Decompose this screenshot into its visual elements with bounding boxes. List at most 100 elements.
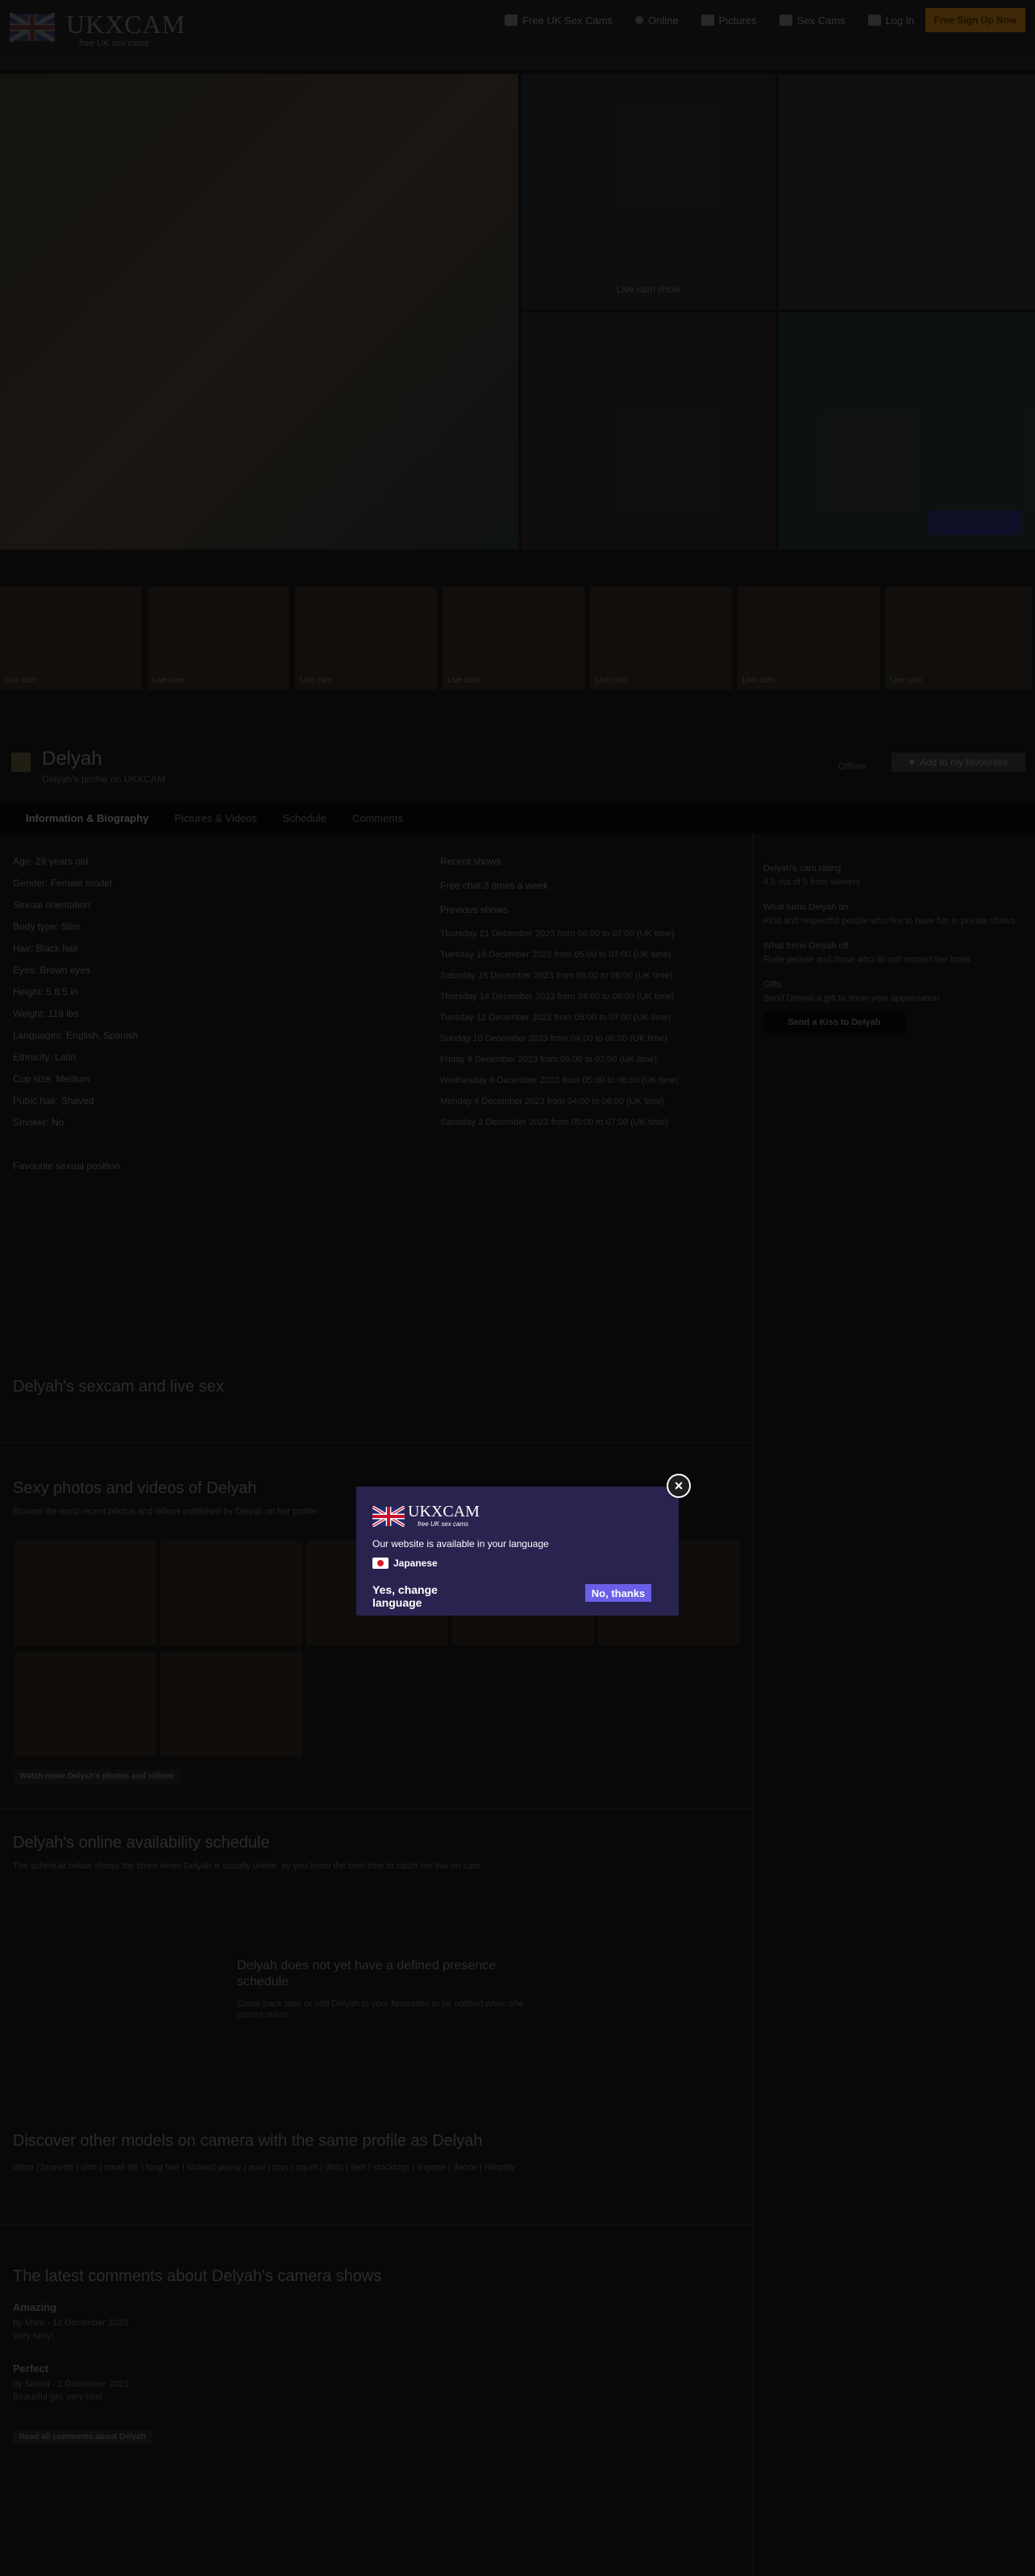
thumbnail[interactable]: Live cam — [885, 587, 1032, 690]
info-line: Ethnicity: Latin — [13, 1052, 77, 1063]
info-line — [13, 1139, 416, 1150]
model-subtitle: Delyah's profile on UKXCAM — [42, 774, 166, 785]
thumbnail-strip: Live cam Live cam Live cam Live cam Live… — [0, 587, 1035, 690]
more-photos-button[interactable]: Watch more Delyah's photos and videos — [13, 1769, 181, 1784]
schedule-intro: The schedule below shows the times when … — [13, 1861, 483, 1871]
review-title: Amazing — [13, 2301, 57, 2313]
show-entry: Wednesday 6 December 2023 from 05:00 to … — [440, 1076, 680, 1085]
sidebar-block: Gifts Send Delyah a gift to show your ap… — [763, 980, 1025, 1033]
show-entry: Thursday 21 December 2023 from 06:00 to … — [440, 929, 675, 939]
photo-thumb[interactable] — [15, 1652, 156, 1757]
hero-tile[interactable] — [779, 74, 1035, 309]
divider — [0, 1808, 753, 1809]
nav-label: Sex Cams — [796, 14, 846, 27]
nav-login[interactable]: Log in — [867, 11, 914, 29]
thumbnail[interactable]: Live cam — [0, 587, 142, 690]
photo-thumb[interactable] — [160, 1541, 302, 1645]
hero-tile[interactable] — [522, 313, 775, 550]
shows-subtitle: Previous shows — [440, 904, 509, 915]
info-line: Languages: English, Spanish — [13, 1030, 139, 1041]
thumbnail[interactable]: Live cam — [295, 587, 437, 690]
sidebar-title: Gifts — [763, 980, 782, 989]
sub-bar — [0, 56, 1035, 69]
discover-tags[interactable]: latina | brunette | slim | small tits | … — [13, 2161, 738, 2174]
show-entry: Sunday 10 December 2023 from 04:00 to 06… — [440, 1034, 667, 1043]
profile-tabs: Information & Biography Pictures & Video… — [0, 804, 1035, 833]
thumbnail[interactable]: Live cam — [738, 587, 879, 690]
read-comments-button[interactable]: Read all comments about Delyah — [13, 2430, 152, 2445]
hero-main-image[interactable] — [0, 74, 518, 550]
show-entry: Monday 4 December 2023 from 04:00 to 06:… — [440, 1097, 664, 1106]
show-entry: Saturday 16 December 2023 from 05:00 to … — [440, 971, 673, 981]
info-line: Age: 29 years old — [13, 856, 89, 867]
brand-name: UKXCAM — [66, 10, 186, 39]
chat-now-button[interactable] — [929, 511, 1022, 535]
tab-schedule[interactable]: Schedule — [270, 804, 339, 833]
sidebar-block: What turns Delyah on Kind and respectful… — [763, 902, 1025, 927]
sidebar-text: Send Delyah a gift to show your apprecia… — [763, 993, 940, 1003]
photo-thumb[interactable] — [15, 1541, 156, 1645]
send-kiss-button[interactable]: Send a Kiss to Delyah — [763, 1012, 905, 1033]
show-entry: Thursday 14 December 2023 from 04:00 to … — [440, 992, 675, 1002]
review-title: Perfect — [13, 2362, 49, 2375]
thumbnail-label: Live cam — [5, 676, 38, 685]
schedule-box: Delyah does not yet have a defined prese… — [237, 1958, 543, 2021]
modal-logo: UKXCAM free UK sex cams — [372, 1503, 480, 1530]
nav-label: Log in — [885, 14, 914, 27]
live-dot-icon — [635, 16, 644, 24]
discover-title: Discover other models on camera with the… — [13, 2132, 483, 2150]
nav-online[interactable]: Online — [635, 11, 679, 29]
tab-pictures[interactable]: Pictures & Videos — [161, 804, 269, 833]
top-bar: UKXCAM free UK sex cams Free UK Sex Cams… — [0, 0, 1035, 56]
picture-icon — [700, 15, 714, 26]
sidebar-text: 4.5 out of 5 from viewers — [763, 877, 861, 887]
favourite-label: Add to my favourites — [919, 757, 1008, 768]
schedule-box-title: Delyah does not yet have a defined prese… — [237, 1959, 497, 1989]
uk-flag-icon — [372, 1506, 405, 1527]
sidebar-block: Delyah's cam rating 4.5 out of 5 from vi… — [763, 864, 1025, 888]
nav-pictures[interactable]: Pictures — [700, 11, 757, 29]
profile-sidebar: Delyah's cam rating 4.5 out of 5 from vi… — [753, 833, 1035, 2576]
cams-icon — [779, 15, 792, 26]
thumbnail-label: Live cam — [300, 676, 333, 685]
divider — [0, 1442, 753, 1443]
close-icon[interactable]: × — [667, 1474, 691, 1498]
info-line: Smoker: No — [13, 1117, 64, 1128]
site-logo[interactable]: UKXCAM free UK sex cams — [10, 8, 185, 48]
divider — [0, 2224, 753, 2225]
thumbnail[interactable]: Live cam — [590, 587, 732, 690]
review-item: Amazing by Marc - 12 December 2023 Very … — [13, 2301, 658, 2341]
tab-information[interactable]: Information & Biography — [13, 804, 161, 833]
reviews-title: The latest comments about Delyah's camer… — [13, 2267, 382, 2285]
thumbnail[interactable]: Live cam — [148, 587, 289, 690]
hero-tile[interactable] — [779, 313, 1035, 550]
review-body: Very sexy! — [13, 2331, 54, 2341]
nav-sex-cams[interactable]: Sex Cams — [779, 11, 846, 29]
show-entry: Saturday 2 December 2023 from 05:00 to 0… — [440, 1118, 668, 1127]
photo-thumb[interactable] — [160, 1652, 302, 1757]
modal-tagline: free UK sex cams — [418, 1520, 469, 1528]
sidebar-title: What turns Delyah on — [763, 902, 849, 912]
change-language-button[interactable]: Yes, change language — [372, 1583, 487, 1609]
show-entry: Friday 8 December 2023 from 05:00 to 07:… — [440, 1055, 658, 1064]
thumbnail[interactable]: Live cam — [443, 587, 584, 690]
signup-button[interactable]: Free Sign Up Now — [925, 8, 1025, 32]
info-line: Hair: Black hair — [13, 943, 79, 954]
show-entry: Tuesday 19 December 2023 from 05:00 to 0… — [440, 950, 671, 960]
add-favourite-button[interactable]: ♥ Add to my favourites — [892, 753, 1025, 772]
photos-title: Sexy photos and videos of Delyah — [13, 1479, 257, 1497]
no-thanks-button[interactable]: No, thanks — [585, 1584, 651, 1602]
heart-icon: ♥ — [908, 757, 915, 768]
thumbnail-label: Live cam — [152, 676, 185, 685]
brand-tagline: free UK sex cams — [79, 39, 149, 48]
language-modal: UKXCAM free UK sex cams Our website is a… — [356, 1487, 679, 1616]
top-nav: Free UK Sex Cams Online Pictures Sex Cam… — [505, 11, 914, 29]
sidebar-text: Kind and respectful people who like to h… — [763, 916, 1016, 926]
tab-comments[interactable]: Comments — [339, 804, 416, 833]
modal-message: Our website is available in your languag… — [372, 1538, 549, 1549]
thumbnail-label: Live cam — [742, 676, 775, 685]
hero-tile[interactable]: Live cam show — [522, 74, 775, 309]
nav-free-cams[interactable]: Free UK Sex Cams — [505, 11, 613, 29]
uk-flag-icon — [10, 13, 55, 42]
info-line: Gender: Female model — [13, 877, 112, 889]
